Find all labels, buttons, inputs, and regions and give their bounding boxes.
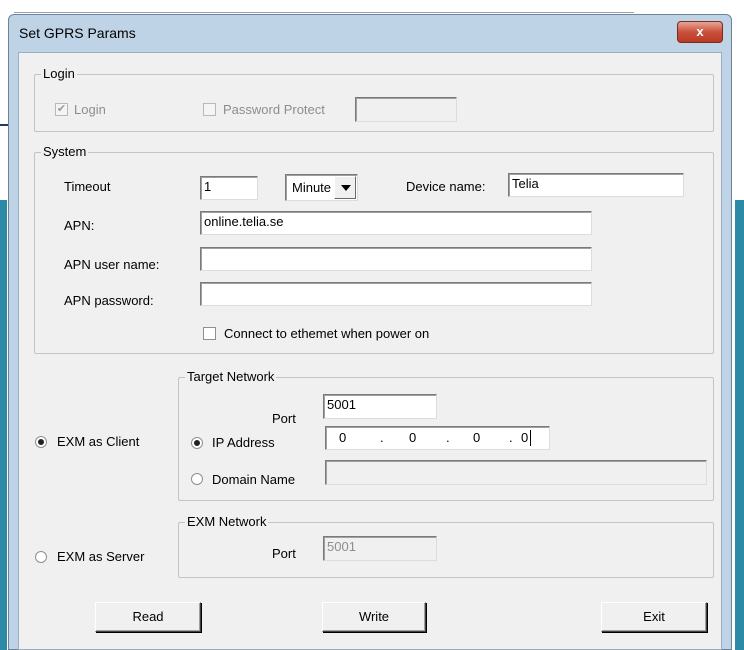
exm-as-server-radio[interactable]: [35, 551, 47, 563]
device-name-label: Device name:: [406, 179, 486, 194]
ip-separator-3: .: [509, 430, 513, 445]
ip-separator-2: .: [446, 430, 450, 445]
exm-as-client-label: EXM as Client: [57, 434, 140, 449]
server-port-input[interactable]: 5001: [323, 536, 437, 561]
target-port-input[interactable]: 5001: [323, 394, 437, 419]
password-field[interactable]: [355, 97, 457, 122]
domain-name-label: Domain Name: [212, 472, 296, 487]
domain-name-input[interactable]: [325, 460, 707, 485]
timeout-unit-select[interactable]: Minute: [285, 174, 358, 201]
password-protect-label: Password Protect: [223, 102, 325, 117]
checkmark-icon: ✔: [56, 103, 67, 115]
apn-label: APN:: [64, 218, 95, 233]
password-protect-checkbox[interactable]: [203, 103, 216, 116]
server-port-label: Port: [272, 546, 296, 561]
controls-layer: Login ✔ Login Password Protect System Ti…: [0, 0, 744, 650]
read-button[interactable]: Read: [95, 602, 201, 632]
chevron-down-icon: [341, 185, 351, 191]
apn-user-name-label: APN user name:: [64, 257, 160, 272]
text-caret: [530, 430, 531, 446]
domain-name-radio[interactable]: [191, 473, 203, 485]
ip-octet-3: 0: [473, 430, 481, 445]
device-name-input[interactable]: Telia: [508, 173, 684, 197]
exit-button[interactable]: Exit: [601, 602, 707, 632]
login-checkbox[interactable]: ✔: [55, 103, 68, 116]
login-group-label: Login: [41, 66, 77, 81]
exm-network-group-label: EXM Network: [185, 514, 269, 529]
ip-octet-1: 0: [339, 430, 347, 445]
target-port-label: Port: [272, 411, 296, 426]
apn-password-label: APN password:: [64, 293, 154, 308]
connect-ethernet-checkbox[interactable]: [203, 327, 216, 340]
timeout-label: Timeout: [64, 179, 111, 194]
apn-password-input[interactable]: [200, 282, 592, 306]
exm-as-client-radio[interactable]: [35, 436, 47, 448]
exm-network-group: EXM Network: [178, 514, 714, 578]
ip-separator-1: .: [380, 430, 384, 445]
ip-octet-2: 0: [409, 430, 417, 445]
exm-as-server-label: EXM as Server: [57, 549, 145, 564]
connect-ethernet-label: Connect to ethemet when power on: [224, 326, 430, 341]
ip-address-label: IP Address: [212, 435, 275, 450]
ip-address-radio[interactable]: [191, 437, 203, 449]
ip-address-input[interactable]: 0 . 0 . 0 . 0: [325, 426, 550, 450]
target-network-group-label: Target Network: [185, 369, 277, 384]
apn-input[interactable]: online.telia.se: [200, 211, 592, 235]
timeout-input[interactable]: 1: [200, 176, 258, 200]
write-button[interactable]: Write: [322, 602, 426, 632]
system-group-label: System: [41, 144, 89, 159]
apn-user-name-input[interactable]: [200, 247, 592, 271]
ip-octet-4: 0: [521, 430, 529, 445]
dropdown-arrow-button[interactable]: [334, 176, 356, 199]
timeout-unit-value: Minute: [292, 180, 332, 195]
login-checkbox-label: Login: [74, 102, 106, 117]
